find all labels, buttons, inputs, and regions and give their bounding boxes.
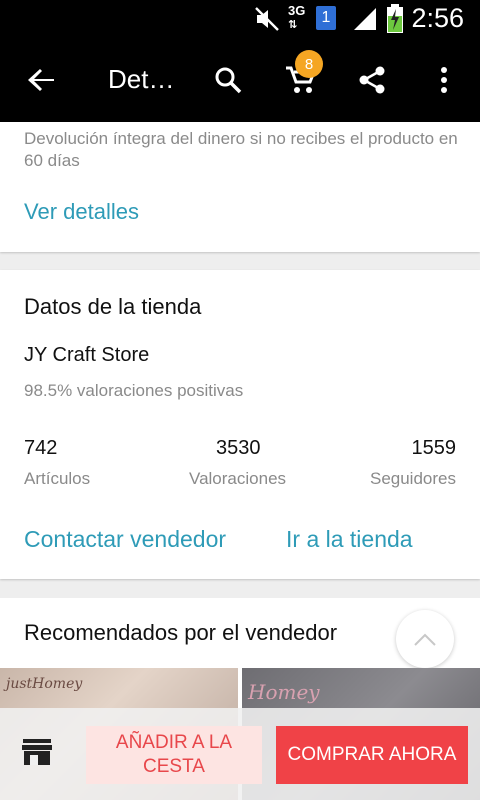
share-icon	[359, 66, 385, 94]
contact-seller-link[interactable]: Contactar vendedor	[24, 526, 226, 553]
search-icon	[215, 67, 242, 94]
more-vertical-icon	[441, 67, 447, 93]
overflow-menu-button[interactable]	[426, 38, 462, 122]
stat-followers-label: Seguidores	[369, 469, 456, 488]
search-button[interactable]	[204, 38, 252, 122]
stat-reviews-value: 3530	[216, 437, 261, 459]
scroll-to-top-button[interactable]	[396, 610, 454, 668]
store-rating: 98.5% valoraciones positivas	[24, 381, 244, 400]
chevron-up-icon	[414, 633, 436, 646]
network-type-icon: 3G ⇅	[288, 3, 306, 31]
store-button[interactable]	[22, 738, 52, 771]
visit-store-link[interactable]: Ir a la tienda	[286, 526, 413, 553]
stat-items-value: 742	[24, 437, 58, 459]
buy-now-button[interactable]: COMPRAR AHORA	[276, 726, 468, 784]
bottom-action-bar: AÑADIR A LA CESTA COMPRAR AHORA	[0, 708, 480, 800]
back-button[interactable]	[18, 38, 66, 122]
add-to-cart-button[interactable]: AÑADIR A LA CESTA	[86, 726, 262, 784]
buyer-protection-card: Devolución íntegra del dinero si no reci…	[0, 122, 480, 252]
product-watermark: Homey	[248, 680, 320, 704]
cart-button[interactable]	[276, 38, 324, 122]
stat-reviews-label: Valoraciones	[189, 469, 287, 488]
battery-charging-icon	[386, 4, 404, 39]
stat-followers-value: 1559	[411, 437, 457, 459]
recommended-section-title: Recomendados por el vendedor	[24, 620, 338, 645]
arrow-left-icon	[28, 69, 54, 91]
page-title: Det…	[108, 64, 175, 94]
clock: 2:56	[411, 3, 464, 33]
store-info-card: Datos de la tienda JY Craft Store 98.5% …	[0, 270, 480, 579]
cart-count-badge: 8	[295, 50, 323, 78]
signal-icon	[352, 6, 378, 37]
status-bar: 3G ⇅ 1 2:56	[0, 0, 480, 38]
mute-icon	[254, 6, 280, 37]
view-details-link[interactable]: Ver detalles	[24, 199, 139, 225]
app-toolbar: Det… 8	[0, 38, 480, 122]
stat-items-label: Artículos	[24, 469, 91, 488]
refund-policy-text: Devolución íntegra del dinero si no reci…	[24, 129, 458, 170]
store-icon	[22, 739, 52, 765]
share-button[interactable]	[348, 38, 396, 122]
store-section-title: Datos de la tienda	[24, 294, 202, 319]
product-watermark: justHomey	[6, 676, 83, 692]
store-name[interactable]: JY Craft Store	[24, 344, 149, 367]
sim-icon: 1	[316, 6, 336, 30]
